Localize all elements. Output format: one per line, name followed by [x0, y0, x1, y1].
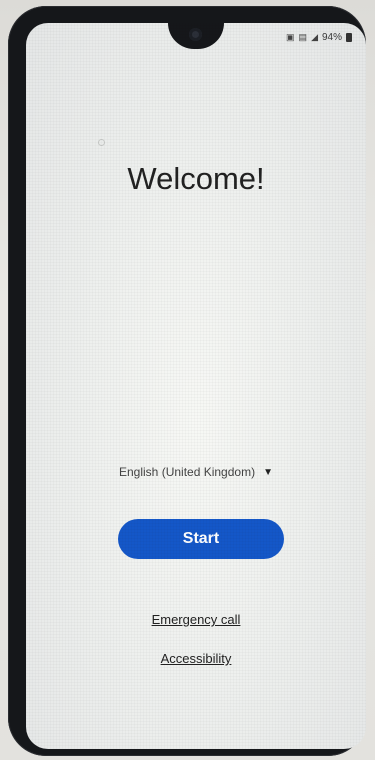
language-selector[interactable]: English (United Kingdom) ▼: [26, 465, 366, 479]
signal-icon: ◢: [311, 32, 318, 42]
front-notch: [168, 23, 224, 49]
accessibility-link[interactable]: Accessibility: [26, 651, 366, 666]
camera-icon: [189, 28, 202, 41]
phone-screen: ▣ ▤ ◢ 94% Welcome! English (United Kingd…: [26, 23, 366, 749]
phone-frame: ▣ ▤ ◢ 94% Welcome! English (United Kingd…: [8, 6, 366, 756]
language-label: English (United Kingdom): [119, 465, 256, 479]
caret-down-icon: ▼: [263, 466, 273, 478]
battery-icon: [346, 33, 352, 42]
sim-icon: ▤: [298, 32, 308, 42]
welcome-title: Welcome!: [127, 161, 265, 196]
emergency-call-link[interactable]: Emergency call: [26, 612, 366, 627]
status-bar: ▣ ▤ ◢ 94%: [286, 32, 352, 43]
screen-speck: [98, 139, 105, 146]
nfc-icon: ▣: [286, 32, 295, 42]
start-button[interactable]: Start: [118, 519, 284, 559]
battery-percentage: 94%: [321, 32, 342, 43]
